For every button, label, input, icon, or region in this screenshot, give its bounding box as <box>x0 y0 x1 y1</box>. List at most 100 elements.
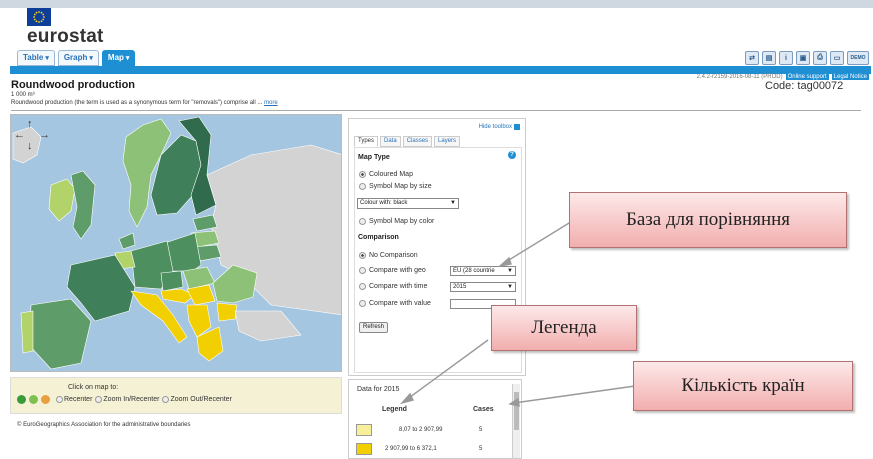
legend-column-header: Legend <box>382 406 407 413</box>
legend-swatch <box>356 443 372 455</box>
collapse-icon <box>514 124 520 130</box>
recenter-icon[interactable] <box>17 395 26 404</box>
legend-cases: 5 <box>479 427 483 433</box>
scrollbar-thumb[interactable] <box>514 392 519 430</box>
option-coloured-map[interactable]: Coloured Map <box>359 171 413 178</box>
description: Roundwood production (the term is used a… <box>11 100 278 106</box>
zoom-out-label: Zoom Out/Recenter <box>170 396 232 403</box>
top-strip <box>0 0 873 8</box>
map-region <box>216 302 238 322</box>
legend-to: 2 907,99 <box>419 427 443 433</box>
tab-graph[interactable]: Graph ▾ <box>57 50 99 66</box>
zoom-out-radio[interactable] <box>162 396 170 403</box>
map-pan-control[interactable]: ↑ ← → ↓ <box>14 118 52 156</box>
legend-panel: Data for 2015 Legend Cases 8,07 to 2 907… <box>348 379 522 459</box>
legend-scrollbar[interactable] <box>512 384 520 458</box>
compare-time-value: 2015 <box>453 284 467 290</box>
dropdown-arrow-icon: ▼ <box>450 200 456 206</box>
compare-geo-label: Compare with geo <box>369 267 426 274</box>
dataset-code: Code: tag00072 <box>765 80 844 92</box>
refresh-button[interactable]: Refresh <box>359 322 389 333</box>
caret-down-icon: ▾ <box>125 55 130 62</box>
option-symbol-color[interactable]: Symbol Map by color <box>359 218 434 225</box>
legend-swatch <box>356 424 372 436</box>
eu-flag-logo <box>27 8 51 26</box>
no-comparison-radio[interactable] <box>359 252 366 259</box>
coloured-map-radio[interactable] <box>359 171 366 178</box>
colour-with-label: Colour with: <box>360 200 392 206</box>
tab-classes[interactable]: Classes <box>402 136 433 147</box>
symbol-color-label: Symbol Map by color <box>369 218 435 225</box>
zoom-in-label: Zoom In/Recenter <box>103 396 160 403</box>
unit-label: 1 000 m³ <box>11 92 35 98</box>
tab-map[interactable]: Map ▾ <box>101 50 136 66</box>
map-click-options: Click on map to: Recenter Zoom In/Recent… <box>10 377 342 414</box>
more-link[interactable]: more <box>264 100 278 106</box>
callout-country-count: Кількість країн <box>633 361 853 411</box>
info-icon[interactable]: i <box>779 51 793 65</box>
copyright-text: © EuroGeographics Association for the ad… <box>17 422 191 428</box>
recenter-label: Recenter <box>64 396 93 403</box>
arrow-left-icon[interactable]: ← <box>14 129 25 141</box>
toolbox-tabs: Types Data Classes Layers <box>354 136 461 147</box>
legend-range-text: 8,07 to 2 907,99 <box>399 427 442 433</box>
brand-name: eurostat <box>27 26 104 47</box>
hide-toolbox[interactable]: Hide toolbox <box>479 124 520 130</box>
no-comparison-label: No Comparison <box>369 252 418 259</box>
europe-map[interactable] <box>10 114 342 372</box>
help-icon[interactable]: ? <box>508 151 516 159</box>
compare-value-label: Compare with value <box>369 300 431 307</box>
embed-icon[interactable]: ⇄ <box>745 51 759 65</box>
click-options-row: Recenter Zoom In/Recenter Zoom Out/Recen… <box>17 395 232 404</box>
demo-label: DEMO <box>850 55 866 61</box>
zoom-out-icon[interactable] <box>41 395 50 404</box>
option-symbol-size[interactable]: Symbol Map by size <box>359 183 432 190</box>
hide-toolbox-label: Hide toolbox <box>478 124 512 130</box>
colour-with-select[interactable]: Colour with: black ▼ <box>357 198 459 209</box>
legend-cases: 5 <box>479 446 483 452</box>
save-icon[interactable]: ▣ <box>796 51 810 65</box>
cases-column-header: Cases <box>473 406 494 413</box>
dropdown-arrow-icon: ▼ <box>507 268 513 274</box>
compare-time-radio[interactable] <box>359 283 366 290</box>
coloured-map-label: Coloured Map <box>369 171 413 178</box>
print-icon[interactable]: ⎙ <box>813 51 827 65</box>
zoom-in-radio[interactable] <box>95 396 103 403</box>
recenter-radio[interactable] <box>56 396 63 403</box>
view-tabs: Table ▾ Graph ▾ Map ▾ <box>17 50 136 66</box>
option-compare-time[interactable]: Compare with time <box>359 283 427 290</box>
export-icon[interactable]: ▤ <box>762 51 776 65</box>
compare-value-radio[interactable] <box>359 300 366 307</box>
header-bar <box>10 66 871 74</box>
tab-data[interactable]: Data <box>380 136 401 147</box>
arrow-up-icon[interactable]: ↑ <box>27 118 33 130</box>
arrow-right-icon[interactable]: → <box>39 129 50 141</box>
legend-to-word: to <box>410 446 416 452</box>
bookmark-icon[interactable]: ▭ <box>830 51 844 65</box>
tab-table[interactable]: Table ▾ <box>17 50 55 66</box>
comparison-heading: Comparison <box>358 234 399 241</box>
arrow-down-icon[interactable]: ↓ <box>27 140 33 152</box>
zoom-in-icon[interactable] <box>29 395 38 404</box>
compare-geo-select[interactable]: EU (28 countrie ▼ <box>450 266 516 276</box>
page-title: Roundwood production <box>11 79 136 91</box>
caret-down-icon: ▾ <box>89 55 93 62</box>
option-compare-geo[interactable]: Compare with geo <box>359 267 426 274</box>
callout-base-comparison: База для порівняння <box>569 192 847 248</box>
legend-range-text: 2 907,99 to 6 372,1 <box>385 446 437 452</box>
symbol-size-radio[interactable] <box>359 183 366 190</box>
toolbar-icons: ⇄ ▤ i ▣ ⎙ ▭ DEMO <box>745 51 869 65</box>
legend-from: 8,07 <box>399 427 411 433</box>
tab-types[interactable]: Types <box>354 136 379 147</box>
legend-title: Data for 2015 <box>357 386 400 393</box>
option-compare-value[interactable]: Compare with value <box>359 300 431 307</box>
tab-layers[interactable]: Layers <box>434 136 461 147</box>
symbol-color-radio[interactable] <box>359 218 366 225</box>
callout-legend: Легенда <box>491 305 637 351</box>
option-no-comparison[interactable]: No Comparison <box>359 252 418 259</box>
click-title: Click on map to: <box>68 384 119 391</box>
compare-geo-radio[interactable] <box>359 267 366 274</box>
compare-time-select[interactable]: 2015 ▼ <box>450 282 516 292</box>
demo-icon[interactable]: DEMO <box>847 51 869 65</box>
compare-time-label: Compare with time <box>369 283 428 290</box>
